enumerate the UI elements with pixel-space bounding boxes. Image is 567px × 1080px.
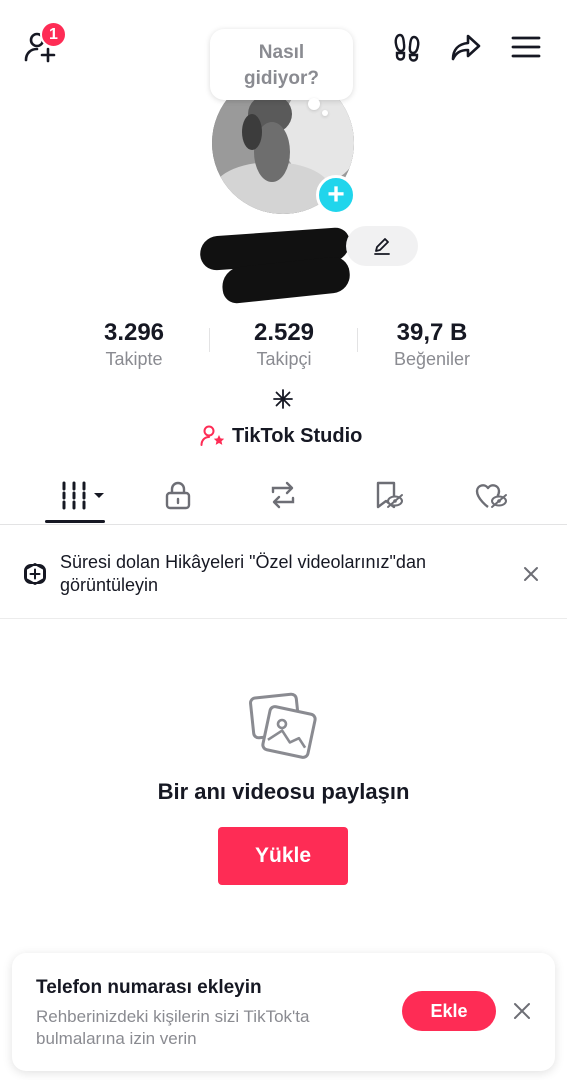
edit-profile-button[interactable]	[346, 226, 418, 266]
notice-text: Süresi dolan Hikâyeleri "Özel videoların…	[60, 552, 426, 595]
story-plus-icon	[24, 563, 46, 585]
footprints-button[interactable]	[387, 27, 427, 67]
tab-liked[interactable]	[471, 475, 511, 515]
close-icon[interactable]	[520, 563, 542, 585]
close-icon[interactable]	[512, 1001, 532, 1021]
add-phone-subtitle: Rehberinizdeki kişilerin sizi TikTok'ta …	[36, 1007, 310, 1048]
bubble-tail	[308, 98, 320, 110]
share-profile-button[interactable]	[446, 27, 486, 67]
stat-likes[interactable]: 39,7 B Beğeniler	[362, 319, 502, 370]
share-icon	[451, 34, 481, 61]
upload-button[interactable]: Yükle	[218, 827, 348, 885]
menu-icon	[511, 36, 541, 58]
note-bubble[interactable]: Nasıl gidiyor?	[210, 29, 353, 100]
tab-private[interactable]	[158, 475, 198, 515]
footprints-icon	[394, 33, 420, 62]
add-phone-title: Telefon numarası ekleyin	[36, 977, 262, 998]
liked-hidden-icon	[475, 484, 507, 508]
likes-count: 39,7 B	[396, 319, 468, 346]
creator-star-icon	[200, 425, 225, 446]
following-count: 3.296	[103, 319, 165, 346]
add-phone-button[interactable]: Ekle	[402, 991, 496, 1031]
expired-stories-notice[interactable]: Süresi dolan Hikâyeleri "Özel videoların…	[0, 525, 567, 619]
stat-followers[interactable]: 2.529 Takipçi	[214, 319, 354, 370]
following-label: Takipte	[105, 349, 163, 369]
add-phone-card: Telefon numarası ekleyin Rehberinizdeki …	[12, 953, 555, 1071]
tiktok-studio-link[interactable]: TikTok Studio	[200, 424, 362, 448]
note-bubble-line1: Nasıl	[258, 42, 305, 63]
followers-label: Takipçi	[256, 349, 312, 369]
notification-badge: 1	[40, 21, 67, 48]
bubble-tail-small	[322, 110, 328, 116]
likes-label: Beğeniler	[393, 349, 471, 369]
videos-grid-icon	[62, 481, 104, 510]
tab-favorites[interactable]	[368, 475, 408, 515]
sparkle-icon[interactable]	[272, 388, 294, 410]
tab-videos[interactable]	[50, 475, 110, 515]
empty-state-title: Bir anı videosu paylaşın	[157, 779, 410, 804]
stat-divider	[357, 328, 358, 352]
menu-button[interactable]	[506, 27, 546, 67]
lock-icon	[165, 481, 191, 510]
tiktok-studio-label: TikTok Studio	[232, 424, 363, 447]
followers-count: 2.529	[253, 319, 315, 346]
stat-following[interactable]: 3.296 Takipte	[64, 319, 204, 370]
active-tab-indicator	[45, 520, 105, 523]
tab-reposts[interactable]	[263, 475, 303, 515]
add-story-button[interactable]: +	[316, 175, 356, 215]
favorites-hidden-icon	[376, 481, 403, 509]
repost-icon	[271, 481, 295, 509]
photos-icon	[249, 692, 317, 759]
stat-divider	[209, 328, 210, 352]
pencil-icon	[374, 238, 390, 255]
note-bubble-line2: gidiyor?	[244, 68, 319, 89]
